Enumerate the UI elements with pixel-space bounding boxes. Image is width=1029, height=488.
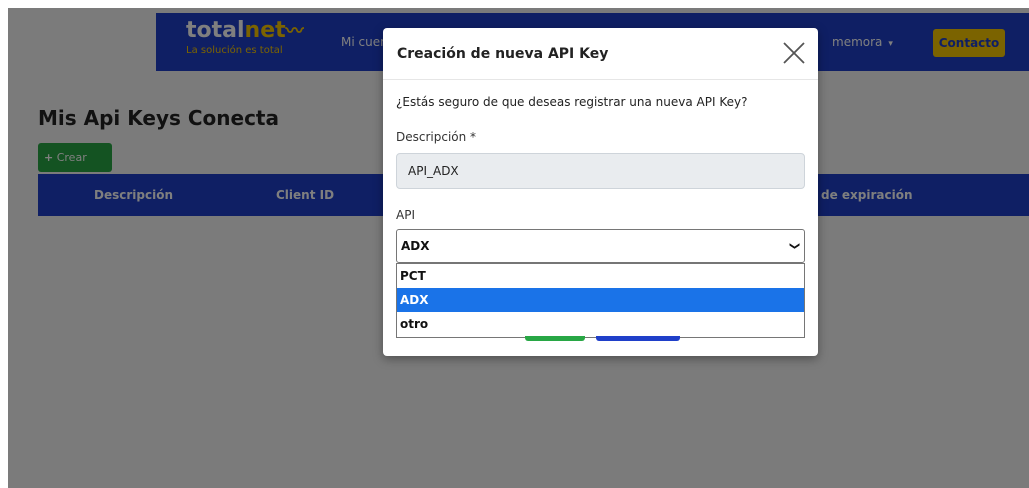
api-dropdown-list: PCT ADX otro [396, 263, 805, 338]
create-api-key-modal: Creación de nueva API Key ¿Estás seguro … [383, 28, 818, 356]
chevron-down-icon: ❯ [788, 241, 800, 251]
description-input[interactable]: API_ADX [396, 153, 805, 189]
api-option-pct[interactable]: PCT [397, 264, 804, 288]
cancel-button[interactable] [596, 336, 680, 341]
api-label: API [396, 208, 415, 222]
api-select[interactable]: ADX ❯ [396, 229, 805, 263]
api-select-value: ADX [401, 239, 430, 253]
confirm-button[interactable] [525, 336, 585, 341]
api-option-adx[interactable]: ADX [397, 288, 804, 312]
modal-header: Creación de nueva API Key [383, 28, 818, 80]
description-label: Descripción * [396, 130, 477, 144]
api-option-otro[interactable]: otro [397, 312, 804, 336]
close-icon[interactable] [779, 38, 809, 68]
confirmation-question: ¿Estás seguro de que deseas registrar un… [396, 95, 748, 109]
modal-title: Creación de nueva API Key [397, 46, 609, 62]
